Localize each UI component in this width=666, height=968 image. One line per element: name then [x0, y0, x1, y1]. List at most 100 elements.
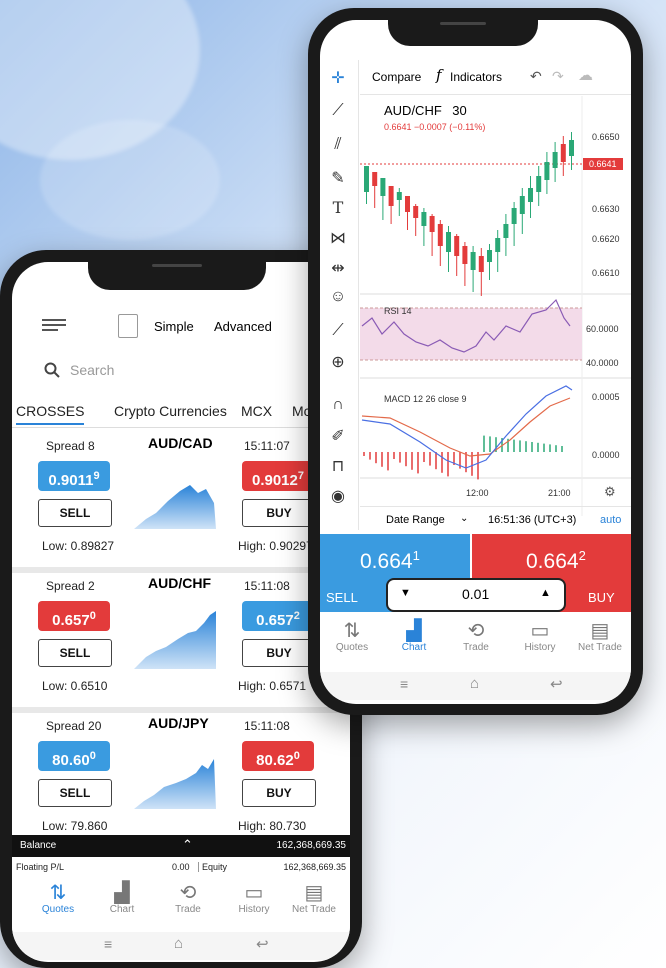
- back-icon[interactable]: ↩: [550, 675, 563, 693]
- ruler-icon[interactable]: ⟋: [326, 322, 350, 340]
- right-phone: ✛ ⟋ ⫽ ✎ T ⋈ ⇹ ☺ ⟋ ⊕ ∩ ✐ ⊓ ◉ Compare f In…: [308, 8, 643, 715]
- sell-price[interactable]: 0.6570: [38, 601, 110, 631]
- lock-drawings-icon[interactable]: ✐: [326, 426, 350, 446]
- nav-net-trade[interactable]: ▤ Net Trade: [284, 882, 344, 915]
- eye-icon[interactable]: ◉: [326, 486, 350, 506]
- lot-size-value[interactable]: 0.01: [462, 586, 489, 602]
- sell-price[interactable]: 0.90119: [38, 461, 110, 491]
- candle-body: [528, 188, 533, 202]
- home-icon[interactable]: ⌂: [470, 675, 479, 692]
- sell-price: 0.6641: [360, 548, 420, 573]
- price-tick: 0.6610: [592, 268, 620, 278]
- buy-price[interactable]: 80.620: [242, 741, 314, 771]
- home-icon[interactable]: ⌂: [174, 935, 183, 952]
- candle-body: [519, 196, 525, 214]
- pattern-icon[interactable]: ⋈: [326, 228, 350, 248]
- nav-label: Net Trade: [292, 904, 336, 915]
- buy-price: 0.6642: [526, 548, 586, 573]
- candle-body: [372, 172, 378, 186]
- macd-signal-line: [361, 397, 571, 457]
- quote-card[interactable]: Spread 8 AUD/CAD 15:11:07 0.90119 0.90127 SEL…: [12, 427, 350, 573]
- nav-history[interactable]: ▭ History: [510, 620, 570, 653]
- sell-price[interactable]: 80.600: [38, 741, 110, 771]
- tab-crypto[interactable]: Crypto Currencies: [114, 403, 227, 419]
- search-bar[interactable]: Search: [38, 354, 338, 388]
- nav-chart[interactable]: ▟ Chart: [92, 882, 152, 915]
- fib-icon[interactable]: ⫽: [326, 136, 350, 154]
- tab-crosses[interactable]: CROSSES: [16, 403, 85, 425]
- candle-body: [536, 176, 542, 192]
- nav-chart[interactable]: ▟ Chart: [384, 620, 444, 653]
- nav-net-trade[interactable]: ▤ Net Trade: [570, 620, 630, 653]
- recents-icon[interactable]: ≡: [104, 936, 112, 952]
- nav-label: History: [524, 642, 556, 653]
- bar-chart-icon: ▟: [406, 620, 422, 642]
- candle-body: [446, 232, 451, 252]
- trendline-icon[interactable]: ⟋: [326, 102, 350, 120]
- nav-trade[interactable]: ⟲ Trade: [446, 620, 506, 653]
- decrease-icon[interactable]: ▼: [400, 587, 411, 599]
- nav-label: History: [238, 904, 270, 915]
- text-tool-icon[interactable]: T: [326, 198, 350, 217]
- cloud-icon[interactable]: ☁: [578, 66, 593, 84]
- nav-trade[interactable]: ⟲ Trade: [158, 882, 218, 915]
- chart-toolbar: Compare f Indicators ↶ ↷ ☁: [360, 60, 631, 95]
- phone-notch: [88, 250, 266, 290]
- bottom-nav: ⇅ Quotes ▟ Chart ⟲ Trade ▭ History ▤ Net Trad…: [320, 616, 631, 672]
- grid-view-icon[interactable]: [118, 314, 138, 338]
- undo-icon[interactable]: ↶: [530, 68, 542, 85]
- chevron-down-icon[interactable]: ⌄: [460, 513, 468, 524]
- symbol-label: AUD/CAD: [148, 435, 213, 451]
- sell-button[interactable]: SELL: [38, 639, 112, 667]
- indicators-button[interactable]: Indicators: [450, 70, 502, 84]
- buy-button[interactable]: BUY: [242, 639, 316, 667]
- lock-icon[interactable]: ⊓: [326, 456, 350, 476]
- simple-mode-button[interactable]: Simple: [154, 319, 194, 334]
- quote-card[interactable]: Spread 20 AUD/JPY 15:11:08 80.600 80.620 SELL…: [12, 707, 350, 853]
- candle-body: [462, 246, 468, 264]
- equity-value: 162,368,669.35: [283, 862, 346, 872]
- quotes-screen: Simple Advanced Search CROSSES Crypto Cu…: [12, 262, 350, 962]
- measure-icon[interactable]: ⇹: [326, 258, 350, 278]
- search-input[interactable]: Search: [70, 362, 114, 378]
- back-icon[interactable]: ↩: [256, 935, 269, 953]
- history-icon: ▭: [244, 882, 264, 904]
- quotes-topbar: Simple Advanced: [12, 302, 350, 352]
- nav-quotes[interactable]: ⇅ Quotes: [322, 620, 382, 653]
- emoji-icon[interactable]: ☺: [326, 288, 350, 306]
- quote-card[interactable]: Spread 2 AUD/CHF 15:11:08 0.6570 0.6572 SELL B…: [12, 567, 350, 713]
- increase-icon[interactable]: ▲: [540, 587, 551, 599]
- candle-body: [569, 140, 574, 156]
- quotes-icon: ⇅: [49, 882, 67, 904]
- candle-body: [454, 236, 460, 256]
- chevron-up-icon[interactable]: ⌃: [182, 837, 193, 853]
- candle-body: [388, 186, 394, 206]
- clock-readout: 16:51:36 (UTC+3): [488, 514, 577, 526]
- redo-icon[interactable]: ↷: [552, 68, 564, 85]
- trade-icon: ⟲: [467, 620, 485, 642]
- rsi-label: RSI 14: [384, 306, 412, 316]
- quote-time: 15:11:07: [244, 439, 290, 453]
- sell-button[interactable]: SELL: [38, 499, 112, 527]
- candle-body: [380, 178, 386, 196]
- menu-icon[interactable]: [42, 316, 66, 334]
- recents-icon[interactable]: ≡: [400, 676, 408, 692]
- date-range-dropdown[interactable]: Date Range: [386, 514, 445, 526]
- lot-size-stepper[interactable]: ▼ 0.01 ▲: [386, 578, 566, 612]
- brush-icon[interactable]: ✎: [326, 168, 350, 188]
- nav-quotes[interactable]: ⇅ Quotes: [28, 882, 88, 915]
- compare-button[interactable]: Compare: [372, 70, 421, 84]
- buy-price[interactable]: 0.90127: [242, 461, 314, 491]
- buy-button[interactable]: BUY: [242, 779, 316, 807]
- settings-icon[interactable]: ⚙: [604, 484, 616, 500]
- advanced-mode-button[interactable]: Advanced: [214, 319, 272, 334]
- magnet-icon[interactable]: ∩: [326, 396, 350, 414]
- nav-history[interactable]: ▭ History: [224, 882, 284, 915]
- auto-scale-button[interactable]: auto: [600, 514, 621, 526]
- zoom-icon[interactable]: ⊕: [326, 352, 350, 372]
- sell-button[interactable]: SELL: [38, 779, 112, 807]
- tab-mcx[interactable]: MCX: [241, 403, 272, 419]
- crosshair-icon[interactable]: ✛: [326, 68, 350, 88]
- buy-price[interactable]: 0.6572: [242, 601, 314, 631]
- buy-button[interactable]: BUY: [242, 499, 316, 527]
